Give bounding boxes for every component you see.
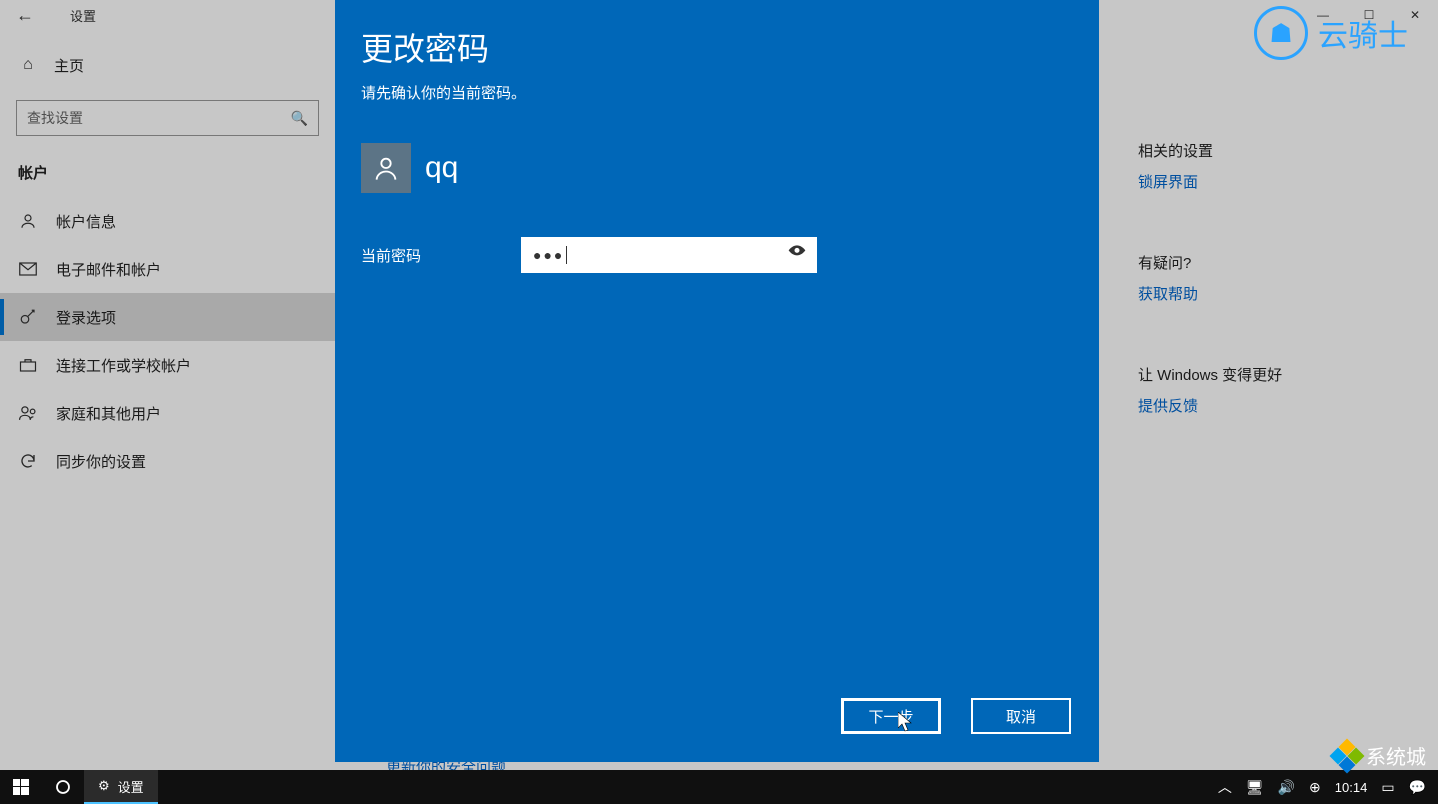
search-icon: 🔍 xyxy=(291,110,308,127)
sidebar-item-label: 连接工作或学校帐户 xyxy=(56,355,191,376)
watermark-logo: 系统城 xyxy=(1334,741,1426,770)
right-panel: 相关的设置 锁屏界面 有疑问? 获取帮助 让 Windows 变得更好 提供反馈 xyxy=(1138,60,1438,420)
sidebar-item-sync[interactable]: 同步你的设置 xyxy=(0,437,335,485)
help-link[interactable]: 获取帮助 xyxy=(1138,283,1418,304)
cancel-button[interactable]: 取消 xyxy=(971,698,1071,734)
related-heading: 相关的设置 xyxy=(1138,140,1418,161)
current-password-input[interactable]: ●●● xyxy=(521,237,817,273)
watermark-icon xyxy=(1334,743,1360,769)
brand-logo: ☗ 云骑士 xyxy=(1254,6,1408,60)
sidebar: ⌂ 主页 查找设置 🔍 帐户 帐户信息 电子邮件和帐户 登录选项 xyxy=(0,30,335,770)
sidebar-item-family[interactable]: 家庭和其他用户 xyxy=(0,389,335,437)
password-field-row: 当前密码 ●●● xyxy=(361,237,1073,273)
taskbar-app-settings[interactable]: ⚙ 设置 xyxy=(84,770,158,804)
tray-ime-icon[interactable]: ▭ xyxy=(1381,779,1394,796)
mail-icon xyxy=(18,262,38,276)
dialog-title: 更改密码 xyxy=(361,24,1073,70)
reveal-password-icon[interactable] xyxy=(787,245,807,264)
search-wrap: 查找设置 🔍 xyxy=(16,100,319,136)
tray-clock[interactable]: 10:14 xyxy=(1335,780,1368,795)
user-row: qq xyxy=(361,143,1073,193)
avatar xyxy=(361,143,411,193)
sidebar-item-label: 同步你的设置 xyxy=(56,451,146,472)
sidebar-item-work-school[interactable]: 连接工作或学校帐户 xyxy=(0,341,335,389)
password-label: 当前密码 xyxy=(361,245,481,266)
user-name: qq xyxy=(425,151,458,185)
search-input[interactable]: 查找设置 🔍 xyxy=(16,100,319,136)
taskbar: ⚙ 设置 ︿ 🖥 🔊 ⊕ 10:14 ▭ 💬 xyxy=(0,770,1438,804)
tray-chevron-icon[interactable]: ︿ xyxy=(1218,777,1232,797)
dialog-subtitle: 请先确认你的当前密码。 xyxy=(361,82,1073,103)
action-center-icon[interactable]: 💬 xyxy=(1409,779,1426,796)
key-icon xyxy=(18,308,38,326)
sidebar-item-account-info[interactable]: 帐户信息 xyxy=(0,197,335,245)
feedback-link[interactable]: 提供反馈 xyxy=(1138,395,1418,416)
window-title: 设置 xyxy=(70,6,96,25)
search-placeholder: 查找设置 xyxy=(27,108,83,128)
sidebar-item-label: 电子邮件和帐户 xyxy=(56,259,161,280)
brand-name: 云骑士 xyxy=(1318,11,1408,55)
start-button[interactable] xyxy=(0,770,42,804)
change-password-dialog: 更改密码 请先确认你的当前密码。 qq 当前密码 ●●● 下一步 取消 xyxy=(335,0,1099,762)
section-label: 帐户 xyxy=(0,154,335,197)
sidebar-item-email[interactable]: 电子邮件和帐户 xyxy=(0,245,335,293)
home-icon: ⌂ xyxy=(18,56,38,74)
people-icon xyxy=(18,404,38,422)
password-value: ●●● xyxy=(533,247,564,263)
dialog-buttons: 下一步 取消 xyxy=(841,698,1071,734)
person-icon xyxy=(18,212,38,230)
sync-icon xyxy=(18,452,38,470)
next-button[interactable]: 下一步 xyxy=(841,698,941,734)
taskbar-app-label: 设置 xyxy=(118,777,144,796)
question-heading: 有疑问? xyxy=(1138,252,1418,273)
briefcase-icon xyxy=(18,357,38,373)
watermark-text: 系统城 xyxy=(1366,741,1426,770)
system-tray: ︿ 🖥 🔊 ⊕ 10:14 ▭ 💬 xyxy=(1218,777,1438,797)
sidebar-item-label: 帐户信息 xyxy=(56,211,116,232)
home-label: 主页 xyxy=(54,55,84,76)
better-heading: 让 Windows 变得更好 xyxy=(1138,364,1418,385)
sidebar-item-signin-options[interactable]: 登录选项 xyxy=(0,293,335,341)
tray-network-icon[interactable]: 🖥 xyxy=(1246,779,1264,796)
text-caret xyxy=(566,246,567,264)
tray-security-icon[interactable]: ⊕ xyxy=(1309,779,1321,796)
sidebar-item-label: 家庭和其他用户 xyxy=(56,403,161,424)
back-icon[interactable]: ← xyxy=(10,0,40,30)
gear-icon: ⚙ xyxy=(98,778,110,794)
tray-volume-icon[interactable]: 🔊 xyxy=(1278,779,1295,796)
lockscreen-link[interactable]: 锁屏界面 xyxy=(1138,171,1418,192)
home-row[interactable]: ⌂ 主页 xyxy=(0,40,335,90)
brand-icon: ☗ xyxy=(1254,6,1308,60)
sidebar-item-label: 登录选项 xyxy=(56,307,116,328)
cortana-button[interactable] xyxy=(42,770,84,804)
